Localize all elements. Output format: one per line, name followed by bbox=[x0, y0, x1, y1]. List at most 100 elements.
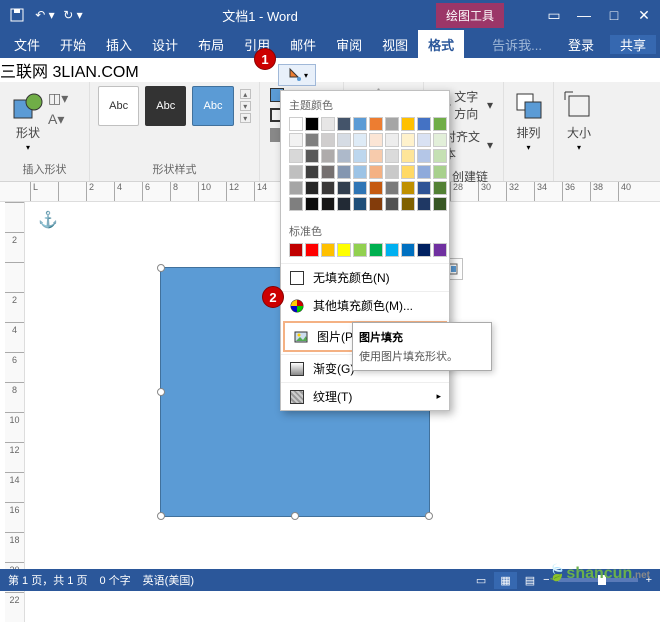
shape-fill-dropdown-trigger[interactable]: ▾ bbox=[278, 64, 316, 86]
print-layout-icon[interactable]: ▦ bbox=[494, 572, 516, 589]
color-swatch[interactable] bbox=[401, 197, 415, 211]
color-swatch[interactable] bbox=[369, 149, 383, 163]
color-swatch[interactable] bbox=[385, 117, 399, 131]
color-swatch[interactable] bbox=[337, 149, 351, 163]
arrange-button[interactable]: 排列 ▾ bbox=[512, 86, 545, 156]
sign-in[interactable]: 登录 bbox=[558, 35, 604, 54]
color-swatch[interactable] bbox=[417, 117, 431, 131]
color-swatch[interactable] bbox=[289, 133, 303, 147]
color-swatch[interactable] bbox=[401, 181, 415, 195]
color-swatch[interactable] bbox=[385, 149, 399, 163]
color-swatch[interactable] bbox=[321, 133, 335, 147]
color-swatch[interactable] bbox=[385, 133, 399, 147]
shape-styles-gallery[interactable]: Abc Abc Abc ▴▾▾ bbox=[98, 86, 251, 126]
maximize-icon[interactable]: □ bbox=[604, 5, 624, 25]
color-swatch[interactable] bbox=[401, 133, 415, 147]
tab-layout[interactable]: 布局 bbox=[188, 30, 234, 58]
resize-handle-bm[interactable] bbox=[291, 512, 299, 520]
color-swatch[interactable] bbox=[401, 117, 415, 131]
color-swatch[interactable] bbox=[369, 181, 383, 195]
color-swatch[interactable] bbox=[353, 149, 367, 163]
color-swatch[interactable] bbox=[321, 243, 335, 257]
color-swatch[interactable] bbox=[417, 197, 431, 211]
color-swatch[interactable] bbox=[337, 181, 351, 195]
color-swatch[interactable] bbox=[433, 133, 447, 147]
close-icon[interactable]: ✕ bbox=[634, 5, 654, 25]
standard-color-grid[interactable] bbox=[289, 243, 441, 257]
resize-handle-ml[interactable] bbox=[157, 388, 165, 396]
color-swatch[interactable] bbox=[369, 133, 383, 147]
web-layout-icon[interactable]: ▤ bbox=[525, 574, 535, 587]
color-swatch[interactable] bbox=[369, 165, 383, 179]
color-swatch[interactable] bbox=[353, 197, 367, 211]
more-colors-item[interactable]: 其他填充颜色(M)... bbox=[281, 291, 449, 319]
tab-design[interactable]: 设计 bbox=[142, 30, 188, 58]
color-swatch[interactable] bbox=[305, 197, 319, 211]
color-swatch[interactable] bbox=[417, 149, 431, 163]
color-swatch[interactable] bbox=[321, 181, 335, 195]
color-swatch[interactable] bbox=[337, 243, 351, 257]
gallery-more-button[interactable]: ▴▾▾ bbox=[240, 89, 251, 123]
color-swatch[interactable] bbox=[289, 117, 303, 131]
color-swatch[interactable] bbox=[353, 165, 367, 179]
color-swatch[interactable] bbox=[353, 181, 367, 195]
tab-insert[interactable]: 插入 bbox=[96, 30, 142, 58]
style-preset-3[interactable]: Abc bbox=[192, 86, 233, 126]
save-icon[interactable] bbox=[6, 4, 28, 26]
word-count[interactable]: 0 个字 bbox=[99, 572, 130, 588]
ribbon-options-icon[interactable]: ▭ bbox=[544, 5, 564, 25]
color-swatch[interactable] bbox=[417, 243, 431, 257]
color-swatch[interactable] bbox=[385, 181, 399, 195]
color-swatch[interactable] bbox=[305, 149, 319, 163]
color-swatch[interactable] bbox=[337, 165, 351, 179]
color-swatch[interactable] bbox=[321, 149, 335, 163]
color-swatch[interactable] bbox=[401, 243, 415, 257]
edit-shape-icon[interactable]: ◫▾ bbox=[48, 90, 68, 107]
read-mode-icon[interactable]: ▭ bbox=[476, 574, 486, 587]
color-swatch[interactable] bbox=[321, 117, 335, 131]
color-swatch[interactable] bbox=[385, 243, 399, 257]
color-swatch[interactable] bbox=[433, 117, 447, 131]
color-swatch[interactable] bbox=[289, 165, 303, 179]
color-swatch[interactable] bbox=[321, 197, 335, 211]
tab-format[interactable]: 格式 bbox=[418, 30, 464, 58]
color-swatch[interactable] bbox=[305, 165, 319, 179]
color-swatch[interactable] bbox=[433, 243, 447, 257]
tab-mailings[interactable]: 邮件 bbox=[280, 30, 326, 58]
color-swatch[interactable] bbox=[305, 117, 319, 131]
tell-me[interactable]: 告诉我... bbox=[482, 35, 552, 54]
color-swatch[interactable] bbox=[289, 181, 303, 195]
minimize-icon[interactable]: ― bbox=[574, 5, 594, 25]
language-indicator[interactable]: 英语(美国) bbox=[143, 572, 194, 588]
color-swatch[interactable] bbox=[417, 165, 431, 179]
color-swatch[interactable] bbox=[401, 165, 415, 179]
color-swatch[interactable] bbox=[305, 181, 319, 195]
tab-home[interactable]: 开始 bbox=[50, 30, 96, 58]
color-swatch[interactable] bbox=[385, 165, 399, 179]
color-swatch[interactable] bbox=[417, 133, 431, 147]
color-swatch[interactable] bbox=[433, 165, 447, 179]
shapes-button[interactable]: 形状 ▾ bbox=[8, 86, 48, 156]
size-button[interactable]: 大小 ▾ bbox=[562, 86, 596, 156]
color-swatch[interactable] bbox=[321, 165, 335, 179]
color-swatch[interactable] bbox=[289, 243, 303, 257]
style-preset-1[interactable]: Abc bbox=[98, 86, 139, 126]
theme-color-grid[interactable] bbox=[289, 117, 441, 211]
resize-handle-br[interactable] bbox=[425, 512, 433, 520]
color-swatch[interactable] bbox=[353, 243, 367, 257]
undo-icon[interactable]: ↶ ▾ bbox=[34, 4, 56, 26]
color-swatch[interactable] bbox=[353, 117, 367, 131]
style-preset-2[interactable]: Abc bbox=[145, 86, 186, 126]
color-swatch[interactable] bbox=[401, 149, 415, 163]
color-swatch[interactable] bbox=[369, 117, 383, 131]
resize-handle-bl[interactable] bbox=[157, 512, 165, 520]
color-swatch[interactable] bbox=[305, 243, 319, 257]
color-swatch[interactable] bbox=[369, 197, 383, 211]
color-swatch[interactable] bbox=[433, 149, 447, 163]
color-swatch[interactable] bbox=[289, 197, 303, 211]
share-button[interactable]: 共享 bbox=[610, 35, 656, 54]
resize-handle-tl[interactable] bbox=[157, 264, 165, 272]
color-swatch[interactable] bbox=[289, 149, 303, 163]
redo-icon[interactable]: ↻ ▾ bbox=[62, 4, 84, 26]
text-box-icon[interactable]: A▾ bbox=[48, 111, 68, 128]
